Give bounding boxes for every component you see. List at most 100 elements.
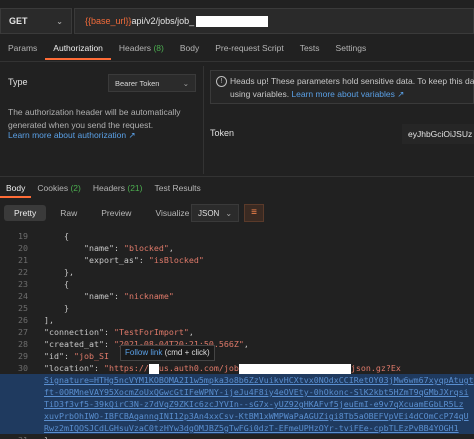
code-line: 22 }, xyxy=(0,266,474,278)
chevron-down-icon: ⌄ xyxy=(225,208,233,218)
code-text: } xyxy=(44,303,69,313)
view-pretty-button[interactable]: Pretty xyxy=(4,205,47,221)
url-path: api/v2/jobs/job_ xyxy=(131,16,195,26)
tooltip-hint: (cmd + click) xyxy=(164,348,210,357)
format-value: JSON xyxy=(198,208,220,218)
line-number: 21 xyxy=(18,255,28,265)
code-line: 25 } xyxy=(0,302,474,314)
method-label: GET xyxy=(9,16,28,26)
view-preview-button[interactable]: Preview xyxy=(91,205,141,221)
tab-test-results[interactable]: Test Results xyxy=(149,180,207,198)
code-text: ], xyxy=(44,315,54,325)
format-select[interactable]: JSON ⌄ xyxy=(191,204,239,222)
tab-pre-request-script[interactable]: Pre-request Script xyxy=(207,40,292,60)
code-line: 21 "export_as": "isBlocked" xyxy=(0,254,474,266)
json-string: "job_SI xyxy=(73,351,109,361)
json-key: "name" xyxy=(83,291,114,301)
code-line: Rwz2mIQOSJCdLGHsuVzaC0tzHYw3dgOMJBZ5gTwF… xyxy=(0,422,474,434)
tab-label: Test Results xyxy=(154,183,201,193)
learn-more-auth-link[interactable]: Learn more about authorization ↗ xyxy=(8,130,136,141)
code-line: TiD3f3vf5-39kQirC3N-z7dVqZ9ZKIc6zcJYVIn-… xyxy=(0,398,474,410)
learn-more-variables-link[interactable]: Learn more about variables ↗ xyxy=(291,89,404,99)
tab-params[interactable]: Params xyxy=(0,40,45,60)
code-line: Signature=HTHg5ncVYM1KOBOMA2I1w5mpka3o8b… xyxy=(0,374,474,386)
type-label: Type xyxy=(8,77,28,87)
tab-tests[interactable]: Tests xyxy=(292,40,328,60)
redaction-box xyxy=(238,363,351,374)
tab-cookies[interactable]: Cookies (2) xyxy=(31,180,86,198)
location-link[interactable]: xuvPrbOhIWO-IBFCBAqannqINI12p3An4xxCsv-K… xyxy=(44,410,469,422)
location-link[interactable]: TiD3f3vf5-39kQirC3N-z7dVqZ9ZKIc6zcJYVIn-… xyxy=(44,398,464,410)
chevron-down-icon: ⌄ xyxy=(182,78,189,88)
notice-line-1: Heads up! These parameters hold sensitiv… xyxy=(230,76,474,86)
view-mode-bar: Pretty Raw Preview Visualize xyxy=(4,203,199,223)
json-string: "nickname" xyxy=(123,291,174,301)
token-label: Token xyxy=(210,128,235,138)
tab-response-headers[interactable]: Headers (21) xyxy=(87,180,149,198)
tab-label: Authorization xyxy=(53,43,103,53)
tab-body[interactable]: Body xyxy=(172,40,207,60)
code-text: "export_as": "isBlocked" xyxy=(83,255,204,265)
tooltip-link-text: Follow link xyxy=(125,348,163,357)
line-number: 27 xyxy=(18,327,28,337)
notice-line-2: using variables. Learn more about variab… xyxy=(230,88,474,101)
tab-settings[interactable]: Settings xyxy=(328,40,375,60)
view-raw-button[interactable]: Raw xyxy=(50,205,87,221)
json-string: "isBlocked" xyxy=(148,255,204,265)
wrap-lines-icon[interactable]: ≡ xyxy=(244,204,264,222)
json-key: "name" xyxy=(83,243,114,253)
divider xyxy=(203,66,204,174)
location-link[interactable]: ft-0ORMneVAY95XocmZoUxQGwcGtIFeWPNY-ijeJ… xyxy=(44,386,469,398)
redaction-box xyxy=(148,363,159,374)
code-line: 26], xyxy=(0,314,474,326)
location-link[interactable]: Signature=HTHg5ncVYM1KOBOMA2I1w5mpka3o8b… xyxy=(44,374,474,386)
json-key: "location" xyxy=(44,363,94,373)
code-line: 29 "id": "job_SI xyxy=(0,350,474,362)
auth-description: The authorization header will be automat… xyxy=(8,107,181,130)
tab-count: (8) xyxy=(153,43,164,53)
code-line: 20 "name": "blocked", xyxy=(0,242,474,254)
tab-authorization[interactable]: Authorization xyxy=(45,40,111,60)
line-number: 28 xyxy=(18,339,28,349)
tab-response-body[interactable]: Body xyxy=(0,180,32,198)
line-number: 31 xyxy=(0,434,28,439)
code-line: xuvPrbOhIWO-IBFCBAqannqINI12p3An4xxCsv-K… xyxy=(0,410,474,422)
json-string: "blocked" xyxy=(123,243,169,253)
json-string: us.auth0.com/job xyxy=(158,363,239,373)
json-key: "id" xyxy=(44,351,64,361)
tab-label: Pre-request Script xyxy=(215,43,284,53)
code-text: "location": "https://us.auth0.com/job jso… xyxy=(44,363,401,374)
json-key: "connection" xyxy=(44,327,104,337)
tab-headers[interactable]: Headers (8) xyxy=(111,40,172,60)
token-input[interactable]: eyJhbGciOiJSUz xyxy=(402,124,474,144)
tab-label: Tests xyxy=(299,43,320,53)
tab-label: Body xyxy=(6,183,26,193)
method-select[interactable]: GET ⌄ xyxy=(0,8,72,34)
line-number: 22 xyxy=(18,267,28,277)
auth-type-value: Bearer Token xyxy=(115,78,160,88)
code-line: 23 { xyxy=(0,278,474,290)
location-link[interactable]: Rwz2mIQOSJCdLGHsuVzaC0tzHYw3dgOMJBZ5gTwF… xyxy=(44,422,459,434)
tab-label: Params xyxy=(8,43,38,53)
code-text: }, xyxy=(44,267,74,277)
line-number: 25 xyxy=(18,303,28,313)
tab-label: Settings xyxy=(335,43,367,53)
response-code-view[interactable]: 19 { 20 "name": "blocked", 21 "export_as… xyxy=(0,230,474,439)
json-string: json.gz?Ex xyxy=(350,363,401,373)
redaction-box xyxy=(196,15,269,27)
auth-type-select[interactable]: Bearer Token ⌄ xyxy=(108,74,196,92)
code-line: 19 { xyxy=(0,230,474,242)
chevron-down-icon: ⌄ xyxy=(56,16,63,26)
url-input[interactable]: {{base_url}} api/v2/jobs/job_ xyxy=(74,8,474,34)
code-text: } xyxy=(44,434,49,439)
code-text: "id": "job_SI xyxy=(44,351,109,361)
json-key: "export_as" xyxy=(83,255,139,265)
code-line: ft-0ORMneVAY95XocmZoUxQGwcGtIFeWPNY-ijeJ… xyxy=(0,386,474,398)
code-line: 27 "connection": "TestForImport", xyxy=(0,326,474,338)
tab-label: Headers xyxy=(92,183,125,193)
code-line: 24 "name": "nickname" xyxy=(0,290,474,302)
divider xyxy=(0,61,474,62)
code-line: 28 "created_at": "2021-08-04T20:21:50.566… xyxy=(0,338,474,350)
tab-label: Body xyxy=(179,43,200,53)
response-tabs: Body Cookies (2) Headers (21) Test Resul… xyxy=(0,180,207,198)
